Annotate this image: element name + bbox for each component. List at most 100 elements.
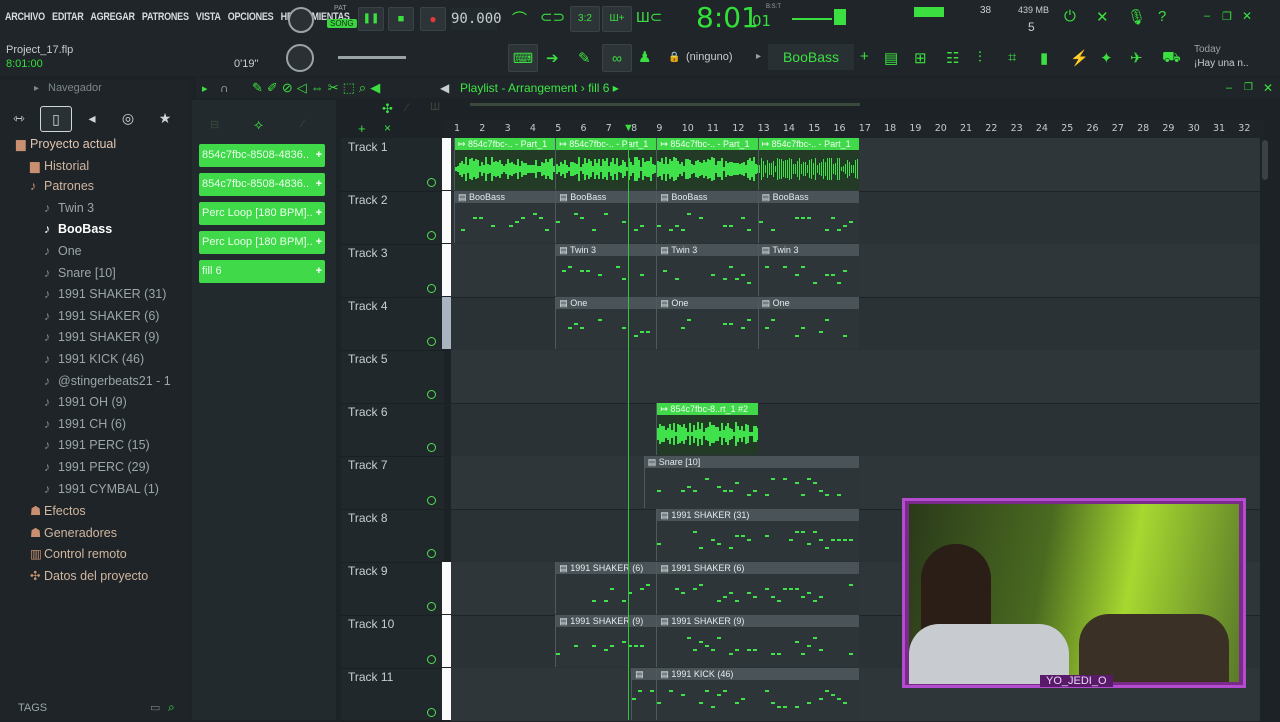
audio-clip[interactable]: ↦ 854c7fbc-.. - Part_1 — [757, 138, 859, 190]
help-icon[interactable]: ? — [1158, 8, 1166, 25]
track-mute-led[interactable] — [427, 178, 436, 187]
power-icon[interactable]: ⏻ — [1064, 8, 1076, 25]
mixer-icon[interactable]: ☷ — [946, 49, 959, 67]
track-mute-led[interactable] — [427, 390, 436, 399]
bar-number[interactable]: 19 — [909, 123, 921, 134]
pattern-clip[interactable]: ▤ One — [656, 297, 758, 349]
bar-number[interactable]: 31 — [1213, 123, 1225, 134]
pattern-add-icon[interactable]: + — [316, 144, 322, 167]
news-text[interactable]: ¡Hay una n.. — [1194, 58, 1248, 69]
menu-patterns[interactable]: PATRONES — [142, 11, 189, 23]
metronome-icon[interactable]: ⌒ — [512, 8, 527, 29]
cart-icon[interactable]: ⛟ — [1162, 49, 1181, 68]
bar-number[interactable]: 32 — [1238, 123, 1250, 134]
track-header[interactable]: Track 10 — [341, 615, 451, 669]
paint-tool-icon[interactable]: ✐ — [267, 80, 282, 95]
stop-button[interactable]: ■ — [388, 7, 414, 31]
step-edit-button[interactable]: Ш+ — [602, 6, 632, 32]
pattern-add-icon[interactable]: + — [316, 202, 322, 225]
pattern-clip[interactable]: ▤ 1991 SHAKER (31) — [656, 509, 859, 561]
browser-item[interactable]: ▆ Historial — [30, 158, 89, 173]
bar-number[interactable]: 12 — [732, 123, 744, 134]
bar-number[interactable]: 17 — [859, 123, 871, 134]
bar-number[interactable]: 21 — [960, 123, 972, 134]
bar-number[interactable]: 10 — [682, 123, 694, 134]
bar-number[interactable]: 28 — [1137, 123, 1149, 134]
pattern-clip[interactable]: ▤ BooBass — [555, 191, 657, 243]
bar-number[interactable]: 23 — [1011, 123, 1023, 134]
bar-number[interactable]: 14 — [783, 123, 795, 134]
track-header[interactable]: Track 7 — [341, 456, 444, 510]
folder-small-icon[interactable]: ▭ — [150, 701, 160, 714]
pattern-clip[interactable]: ▤ Twin 3 — [555, 244, 657, 296]
bar-number[interactable]: 30 — [1188, 123, 1200, 134]
track-mute-led[interactable] — [427, 496, 436, 505]
playlist-minimize-icon[interactable]: – — [1226, 82, 1232, 94]
track-mute-led[interactable] — [427, 337, 436, 346]
draw-tool-icon[interactable]: ✎ — [252, 80, 267, 95]
track-header[interactable]: Track 11 — [341, 668, 451, 722]
track-header[interactable]: Track 6 — [341, 403, 444, 457]
track-header[interactable]: Track 9 — [341, 562, 451, 616]
bar-number[interactable]: 6 — [581, 123, 587, 134]
menu-options[interactable]: OPCIONES — [228, 11, 274, 23]
pattern-clip[interactable]: ▤ One — [757, 297, 859, 349]
bar-number[interactable]: 7 — [606, 123, 612, 134]
select-tool-icon[interactable]: ⬚ — [343, 80, 359, 95]
loop-record-icon[interactable]: Ш⊂ — [636, 8, 662, 26]
menu-file[interactable]: ARCHIVO — [5, 11, 45, 23]
restore-icon[interactable]: ❐ — [1222, 10, 1232, 23]
browser-item[interactable]: ♪ Twin 3 — [44, 201, 94, 215]
pattern-add-icon[interactable]: + — [316, 260, 322, 283]
browser-item[interactable]: ♪ Patrones — [30, 179, 94, 193]
tags-label[interactable]: TAGS — [18, 702, 47, 714]
pause-button[interactable]: ❚❚ — [358, 7, 384, 31]
pattern-item[interactable]: 854c7fbc-8508-4836.. + — [199, 144, 325, 167]
pattern-add-icon[interactable]: + — [316, 173, 322, 196]
pattern-clip[interactable]: ▤ 1991 SHAKER (9) — [555, 615, 657, 667]
browser-item[interactable]: ♪ 1991 CH (6) — [44, 417, 126, 431]
pattern-clip[interactable]: ▤ — [631, 668, 657, 720]
browser-icon[interactable]: ▮ — [1040, 49, 1048, 67]
news-date[interactable]: Today — [1194, 44, 1221, 55]
pattern-clip[interactable]: ▤ BooBass — [656, 191, 758, 243]
menu-add[interactable]: AGREGAR — [90, 11, 135, 23]
pattern-add-icon[interactable]: + — [316, 231, 322, 254]
expand-icon[interactable]: ⇿ — [4, 106, 34, 130]
playlist-close-icon[interactable]: ✕ — [1263, 81, 1273, 95]
audio-clip[interactable]: ↦ 854c7fbc-8..rt_1 #2 — [656, 403, 758, 455]
browser-item[interactable]: ▆ Proyecto actual — [16, 136, 116, 151]
bar-number[interactable]: 24 — [1036, 123, 1048, 134]
bar-number[interactable]: 18 — [884, 123, 896, 134]
wait-input-icon[interactable]: ⊂⊃ — [540, 8, 565, 26]
menu-edit[interactable]: EDITAR — [52, 11, 84, 23]
bar-number[interactable]: 27 — [1112, 123, 1124, 134]
bar-number[interactable]: 4 — [530, 123, 536, 134]
link-clip-icon[interactable]: ⁄ — [406, 102, 408, 114]
delete-tool-icon[interactable]: ⊘ — [282, 80, 297, 95]
minimize-icon[interactable]: – — [1204, 10, 1210, 22]
link-button[interactable]: ∞ — [602, 44, 632, 72]
pattern-clip[interactable]: ▤ Twin 3 — [757, 244, 859, 296]
menu-view[interactable]: VISTA — [196, 11, 221, 23]
wand-icon[interactable]: ✦ — [1100, 49, 1113, 67]
track-mute-led[interactable] — [427, 549, 436, 558]
pattern-clip[interactable]: ▤ One — [555, 297, 657, 349]
playlist-current-pattern[interactable]: fill 6 — [588, 81, 609, 95]
browser-item[interactable]: ♪ 1991 OH (9) — [44, 395, 127, 409]
browser-item[interactable]: ♪ 1991 KICK (46) — [44, 352, 144, 366]
pattern-selector[interactable]: (ninguno) — [686, 51, 732, 63]
bar-number[interactable]: 26 — [1087, 123, 1099, 134]
browser-item[interactable]: ♪ Snare [10] — [44, 266, 116, 280]
pattern-clip[interactable]: ▤ Twin 3 — [656, 244, 758, 296]
browser-item[interactable]: ☗ Efectos — [30, 503, 86, 518]
slip-tool-icon[interactable]: ⇔ — [311, 80, 328, 95]
add-icon[interactable]: + — [860, 48, 869, 65]
slice-tool-icon[interactable]: ✂ — [328, 80, 343, 95]
microphone-icon[interactable]: 🎙 — [1127, 8, 1146, 26]
audio-clip[interactable]: ↦ 854c7fbc-.. - Part_1 — [454, 138, 556, 190]
main-knob[interactable] — [286, 44, 314, 72]
bar-number[interactable]: 2 — [479, 123, 485, 134]
piano-roll-button[interactable]: ⌨ — [508, 44, 538, 72]
plugin-icon[interactable]: ⚡ — [1070, 49, 1089, 67]
